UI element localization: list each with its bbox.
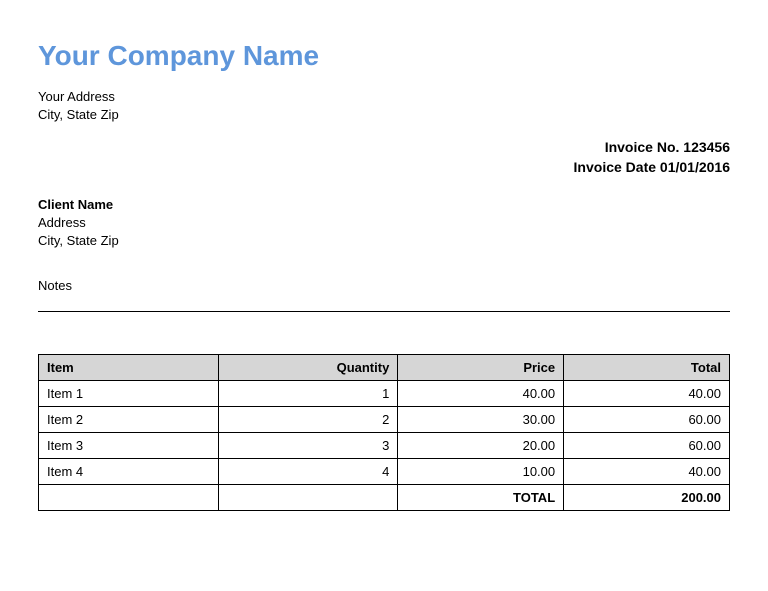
cell-item: Item 2 [39,407,219,433]
header-item: Item [39,355,219,381]
table-row: Item 3 3 20.00 60.00 [39,433,730,459]
cell-quantity: 4 [218,459,398,485]
cell-item: Item 4 [39,459,219,485]
client-address-block: Client Name Address City, State Zip [38,196,730,251]
cell-total: 60.00 [564,407,730,433]
company-address-line1: Your Address [38,88,730,106]
invoice-meta: Invoice No. 123456 Invoice Date 01/01/20… [38,138,730,177]
header-total: Total [564,355,730,381]
table-total-row: TOTAL 200.00 [39,485,730,511]
section-divider [38,311,730,312]
cell-quantity: 2 [218,407,398,433]
table-row: Item 4 4 10.00 40.00 [39,459,730,485]
invoice-number-label: Invoice No. [605,139,680,155]
invoice-number-line: Invoice No. 123456 [38,138,730,158]
cell-empty [218,485,398,511]
invoice-table: Item Quantity Price Total Item 1 1 40.00… [38,354,730,511]
cell-price: 30.00 [398,407,564,433]
client-address-line2: City, State Zip [38,232,730,250]
cell-total: 40.00 [564,459,730,485]
table-row: Item 1 1 40.00 40.00 [39,381,730,407]
table-row: Item 2 2 30.00 60.00 [39,407,730,433]
cell-total: 60.00 [564,433,730,459]
cell-price: 10.00 [398,459,564,485]
invoice-date-value: 01/01/2016 [660,159,730,175]
cell-price: 20.00 [398,433,564,459]
cell-total: 40.00 [564,381,730,407]
cell-quantity: 1 [218,381,398,407]
cell-total-label: TOTAL [398,485,564,511]
cell-item: Item 3 [39,433,219,459]
cell-price: 40.00 [398,381,564,407]
invoice-number-value: 123456 [683,139,730,155]
table-header-row: Item Quantity Price Total [39,355,730,381]
cell-total-value: 200.00 [564,485,730,511]
notes-label: Notes [38,278,730,293]
invoice-date-label: Invoice Date [574,159,656,175]
company-address-line2: City, State Zip [38,106,730,124]
cell-empty [39,485,219,511]
company-name: Your Company Name [38,40,730,72]
client-address-line1: Address [38,214,730,232]
client-name: Client Name [38,196,730,214]
header-price: Price [398,355,564,381]
cell-item: Item 1 [39,381,219,407]
company-address-block: Your Address City, State Zip [38,88,730,124]
header-quantity: Quantity [218,355,398,381]
cell-quantity: 3 [218,433,398,459]
invoice-date-line: Invoice Date 01/01/2016 [38,158,730,178]
